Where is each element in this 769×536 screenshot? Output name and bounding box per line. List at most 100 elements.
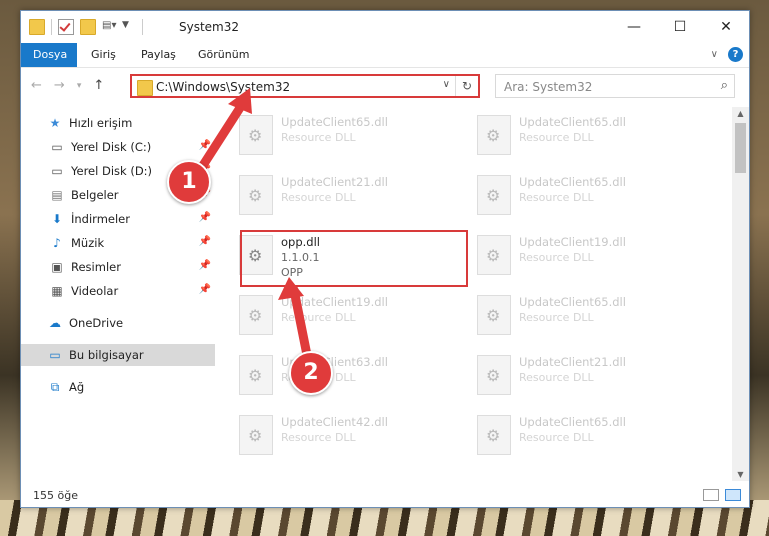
expand-ribbon-icon[interactable]: ∨: [711, 49, 718, 60]
up-arrow-icon[interactable]: ↑: [93, 78, 104, 94]
file-type: Resource DLL: [281, 191, 356, 204]
file-name: UpdateClient19.dll: [281, 295, 388, 309]
highlight-box: [240, 230, 468, 287]
drive-icon: ▭: [51, 164, 63, 178]
recent-locations-icon[interactable]: ▾: [77, 78, 82, 94]
address-path[interactable]: C:\Windows\System32: [156, 80, 290, 94]
list-item[interactable]: UpdateClient21.dll Resource DLL: [225, 171, 455, 223]
tab-share[interactable]: Paylaş: [129, 43, 188, 67]
list-item[interactable]: UpdateClient65.dll Resource DLL: [463, 291, 693, 343]
dll-file-icon: [477, 355, 511, 395]
sidebar-item-disk-c[interactable]: ▭ Yerel Disk (C:) 📌: [21, 136, 215, 158]
sidebar-item-quick-access[interactable]: ★ Hızlı erişim: [21, 112, 215, 134]
list-item[interactable]: UpdateClient65.dll Resource DLL: [463, 171, 693, 223]
pin-icon[interactable]: 📌: [199, 236, 211, 247]
item-count: 155 öğe: [33, 489, 78, 502]
explorer-window: ▤▾ ▼ System32 — ☐ ✕ Dosya Giriş Paylaş G…: [20, 10, 750, 508]
file-name: UpdateClient21.dll: [281, 175, 388, 189]
music-icon: ♪: [53, 236, 61, 250]
file-name: UpdateClient65.dll: [519, 415, 626, 429]
dll-file-icon: [239, 355, 273, 395]
divider: [142, 19, 143, 35]
sidebar-item-videos[interactable]: ▦ Videolar 📌: [21, 280, 215, 302]
refresh-icon[interactable]: ↻: [455, 76, 478, 96]
download-icon: ⬇: [51, 212, 63, 226]
folder-icon: [29, 19, 45, 35]
sidebar-item-label: Videolar: [71, 284, 119, 298]
new-folder-icon[interactable]: [80, 19, 96, 35]
scroll-up-icon[interactable]: ▲: [732, 109, 749, 118]
details-view-icon[interactable]: [703, 489, 719, 501]
pictures-icon: ▣: [51, 260, 63, 274]
dll-file-icon: [477, 115, 511, 155]
file-type: Resource DLL: [281, 431, 356, 444]
file-name: UpdateClient19.dll: [519, 235, 626, 249]
sidebar-item-pictures[interactable]: ▣ Resimler 📌: [21, 256, 215, 278]
file-name: UpdateClient65.dll: [519, 295, 626, 309]
list-item[interactable]: UpdateClient19.dll Resource DLL: [225, 291, 455, 343]
file-type: Resource DLL: [281, 131, 356, 144]
window-controls: — ☐ ✕: [611, 11, 749, 43]
quick-access-toolbar: ▤▾ ▼: [29, 19, 143, 35]
sidebar-item-network[interactable]: ⧉ Ağ: [21, 376, 215, 398]
tab-view[interactable]: Görünüm: [186, 43, 261, 67]
tab-home[interactable]: Giriş: [79, 43, 128, 67]
file-type: Resource DLL: [519, 251, 594, 264]
divider: [51, 19, 52, 35]
search-input[interactable]: Ara: System32 ⌕: [495, 74, 735, 98]
search-icon[interactable]: ⌕: [721, 78, 728, 93]
tiles-view-icon[interactable]: [725, 489, 741, 501]
pin-icon[interactable]: 📌: [199, 212, 211, 223]
list-item[interactable]: UpdateClient65.dll Resource DLL: [225, 111, 455, 163]
title-bar: ▤▾ ▼ System32 — ☐ ✕: [21, 11, 749, 43]
sidebar-item-downloads[interactable]: ⬇ İndirmeler 📌: [21, 208, 215, 230]
search-placeholder: Ara: System32: [504, 80, 593, 94]
network-icon: ⧉: [50, 379, 60, 394]
list-item[interactable]: UpdateClient63.dllResource DLL: [225, 351, 455, 403]
properties-icon[interactable]: [58, 19, 74, 35]
chevron-down-icon[interactable]: ▼: [122, 20, 136, 34]
list-item[interactable]: UpdateClient19.dll Resource DLL: [463, 231, 693, 283]
sidebar-item-music[interactable]: ♪ Müzik 📌: [21, 232, 215, 254]
pin-icon[interactable]: 📌: [199, 260, 211, 271]
file-type: Resource DLL: [519, 311, 594, 324]
list-item[interactable]: UpdateClient42.dll Resource DLL: [225, 411, 455, 463]
pin-icon[interactable]: 📌: [199, 284, 211, 295]
tab-file[interactable]: Dosya: [21, 43, 77, 67]
sidebar-item-this-pc[interactable]: ▭ Bu bilgisayar: [21, 344, 215, 366]
list-item[interactable]: UpdateClient65.dll Resource DLL: [463, 111, 693, 163]
dll-file-icon: [477, 235, 511, 275]
chevron-down-icon[interactable]: ∨: [443, 79, 450, 90]
sidebar-item-label: Müzik: [71, 236, 105, 250]
maximize-button[interactable]: ☐: [657, 11, 703, 43]
vertical-scrollbar[interactable]: ▲ ▼: [732, 107, 749, 481]
sidebar-item-label: Belgeler: [71, 188, 119, 202]
address-bar[interactable]: C:\Windows\System32 ∨ ↻: [130, 74, 480, 98]
list-item[interactable]: UpdateClient65.dll Resource DLL: [463, 411, 693, 463]
sidebar-item-label: Bu bilgisayar: [69, 348, 144, 362]
callout-badge-2: 2: [289, 351, 333, 395]
sidebar-item-label: Yerel Disk (D:): [71, 164, 153, 178]
dll-file-icon: [239, 415, 273, 455]
scroll-down-icon[interactable]: ▼: [732, 470, 749, 479]
sidebar-item-onedrive[interactable]: ☁ OneDrive: [21, 312, 215, 334]
forward-arrow-icon[interactable]: →: [54, 78, 65, 94]
customize-toolbar-icon[interactable]: ▤▾: [102, 20, 116, 34]
back-arrow-icon[interactable]: ←: [31, 78, 42, 94]
sidebar-item-label: İndirmeler: [71, 212, 130, 226]
pin-icon[interactable]: 📌: [199, 140, 211, 151]
documents-icon: ▤: [51, 188, 63, 202]
sidebar-item-label: OneDrive: [69, 316, 124, 330]
file-type: Resource DLL: [281, 311, 356, 324]
list-item[interactable]: UpdateClient21.dll Resource DLL: [463, 351, 693, 403]
view-toggle: [703, 489, 741, 501]
computer-icon: ▭: [49, 348, 61, 362]
minimize-button[interactable]: —: [611, 11, 657, 43]
file-name: UpdateClient65.dll: [519, 175, 626, 189]
close-button[interactable]: ✕: [703, 11, 749, 43]
videos-icon: ▦: [51, 284, 63, 298]
help-icon[interactable]: ?: [728, 47, 743, 62]
dll-file-icon: [239, 115, 273, 155]
dll-file-icon: [477, 415, 511, 455]
scrollbar-thumb[interactable]: [735, 123, 746, 173]
